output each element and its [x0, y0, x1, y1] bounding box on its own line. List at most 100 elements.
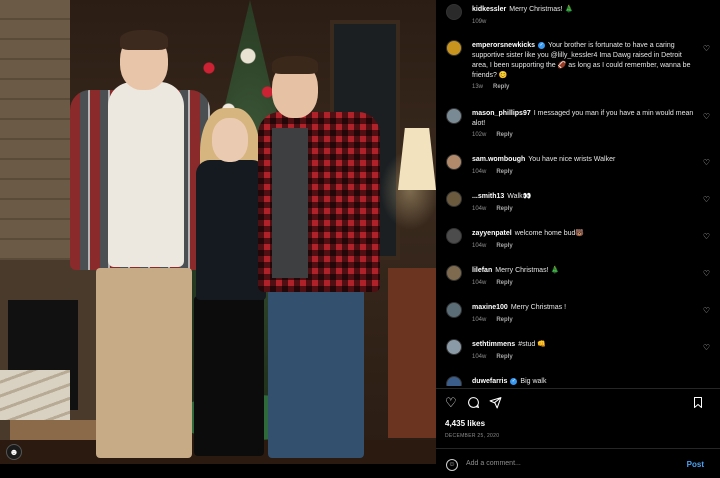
like-comment-heart-icon[interactable]: ♡	[703, 44, 710, 53]
verified-badge-icon: ✓	[538, 41, 546, 49]
firewood-logs	[0, 370, 70, 420]
comment-time: 13w	[472, 84, 484, 90]
user-tag-icon[interactable]: ☻	[6, 444, 22, 460]
post-actions: ♡	[436, 394, 720, 414]
like-comment-heart-icon[interactable]: ♡	[703, 269, 710, 278]
comment-avatar[interactable]	[446, 191, 462, 207]
comment-username[interactable]: sam.wombough	[472, 156, 525, 163]
add-comment-input[interactable]: Add a comment...	[466, 460, 666, 467]
comment-text: sam.wombough You have nice wrists Walker	[472, 155, 694, 165]
comment-meta: 13w Reply	[472, 84, 509, 90]
like-comment-heart-icon[interactable]: ♡	[703, 343, 710, 352]
like-comment-heart-icon[interactable]: ♡	[703, 232, 710, 241]
comment-username[interactable]: lilefan	[472, 267, 492, 274]
comment-time: 104w	[472, 206, 487, 212]
comment-time: 104w	[472, 317, 487, 323]
comment-body: welcome home bud🐻	[514, 230, 585, 237]
post-date: DECEMBER 25, 2020	[445, 433, 500, 439]
comment-input-divider	[436, 448, 720, 449]
post-photo[interactable]: ☻	[0, 0, 436, 464]
comment-time: 104w	[472, 354, 487, 360]
person-middle-top	[196, 160, 266, 300]
wooden-cabinet	[388, 268, 436, 438]
caption-text: kidkessler Merry Christmas! 🎄	[472, 5, 694, 15]
comment-username[interactable]: zayyenpatel	[472, 230, 512, 237]
reply-button[interactable]: Reply	[496, 169, 512, 175]
comment-body: Merry Christmas !	[510, 304, 567, 311]
comment-body: Merry Christmas! 🎄	[495, 267, 560, 274]
instagram-post-view: ☻ kidkessler Merry Christmas! 🎄 109w empe…	[0, 0, 720, 478]
like-comment-heart-icon[interactable]: ♡	[703, 195, 710, 204]
comment-body: You have nice wrists Walker	[528, 156, 616, 163]
actions-divider	[436, 388, 720, 389]
author-avatar[interactable]	[446, 4, 462, 20]
person-right-hair	[272, 56, 318, 74]
comment-time: 102w	[472, 132, 487, 138]
comment-avatar[interactable]	[446, 228, 462, 244]
comment-avatar[interactable]	[446, 265, 462, 281]
comments-list: kidkessler Merry Christmas! 🎄 109w empero…	[436, 0, 720, 386]
comment-avatar[interactable]	[446, 108, 462, 124]
comment-username[interactable]: ...smith13	[472, 193, 504, 200]
comment-meta: 104w Reply	[472, 206, 513, 212]
comment-text: maxine100 Merry Christmas !	[472, 303, 694, 313]
comment-text: lilefan Merry Christmas! 🎄	[472, 266, 694, 276]
comment-body: Big walk	[520, 378, 547, 385]
person-left-hoodie	[108, 82, 184, 267]
caption-body: Merry Christmas! 🎄	[509, 6, 574, 13]
reply-button[interactable]: Reply	[496, 280, 512, 286]
comment-avatar[interactable]	[446, 376, 462, 386]
emoji-icon[interactable]: ☺	[446, 459, 458, 471]
comment-avatar[interactable]	[446, 339, 462, 355]
bookmark-icon[interactable]	[692, 396, 704, 412]
like-comment-heart-icon[interactable]: ♡	[703, 158, 710, 167]
comment-time: 104w	[472, 243, 487, 249]
likes-count[interactable]: 4,435 likes	[445, 419, 485, 428]
like-comment-heart-icon[interactable]: ♡	[703, 306, 710, 315]
comment-meta: 104w Reply	[472, 354, 513, 360]
person-right-jeans	[268, 282, 364, 458]
comment-meta: 104w Reply	[472, 280, 513, 286]
comment-avatar[interactable]	[446, 40, 462, 56]
comment-username[interactable]: maxine100	[472, 304, 508, 311]
caption-time: 109w	[472, 19, 487, 25]
comment-username[interactable]: mason_phillips97	[472, 110, 531, 117]
comment-text: ...smith13 Walk👀	[472, 192, 694, 202]
comment-username[interactable]: sethtimmens	[472, 341, 515, 348]
comment-text: emperorsnewkicks ✓ Your brother is fortuna…	[472, 41, 694, 81]
comment-avatar[interactable]	[446, 154, 462, 170]
reply-button[interactable]: Reply	[496, 206, 512, 212]
share-icon[interactable]	[489, 396, 502, 412]
comment-body: #stud 👊	[518, 341, 546, 348]
comment-text: mason_phillips97 I messaged you man if yo…	[472, 109, 694, 129]
comments-panel: kidkessler Merry Christmas! 🎄 109w empero…	[436, 0, 720, 478]
reply-button[interactable]: Reply	[496, 354, 512, 360]
comment-meta: 104w Reply	[472, 317, 513, 323]
post-comment-button[interactable]: Post	[687, 460, 704, 469]
reply-button[interactable]: Reply	[496, 243, 512, 249]
comment-time: 104w	[472, 280, 487, 286]
comment-meta: 104w Reply	[472, 169, 513, 175]
comment-meta: 104w Reply	[472, 243, 513, 249]
reply-button[interactable]: Reply	[496, 132, 512, 138]
reply-button[interactable]: Reply	[496, 317, 512, 323]
verified-badge-icon: ✓	[510, 377, 518, 385]
lamp-shade	[398, 128, 436, 190]
comment-text: zayyenpatel welcome home bud🐻	[472, 229, 694, 239]
person-right-tshirt	[272, 128, 308, 278]
person-left-hair	[120, 30, 168, 50]
person-middle-head	[212, 118, 248, 162]
photo-bottom-strip	[0, 464, 436, 478]
comment-avatar[interactable]	[446, 302, 462, 318]
heart-icon[interactable]: ♡	[445, 396, 457, 410]
reply-button[interactable]: Reply	[493, 84, 509, 90]
person-middle-leggings	[194, 296, 264, 456]
comment-icon[interactable]	[467, 396, 480, 412]
comment-time: 104w	[472, 169, 487, 175]
author-username[interactable]: kidkessler	[472, 6, 506, 13]
comment-username[interactable]: emperorsnewkicks	[472, 42, 535, 49]
caption-meta: 109w	[472, 19, 486, 25]
like-comment-heart-icon[interactable]: ♡	[703, 112, 710, 121]
comment-text: sethtimmens #stud 👊	[472, 340, 694, 350]
comment-username[interactable]: duwefarris	[472, 378, 507, 385]
